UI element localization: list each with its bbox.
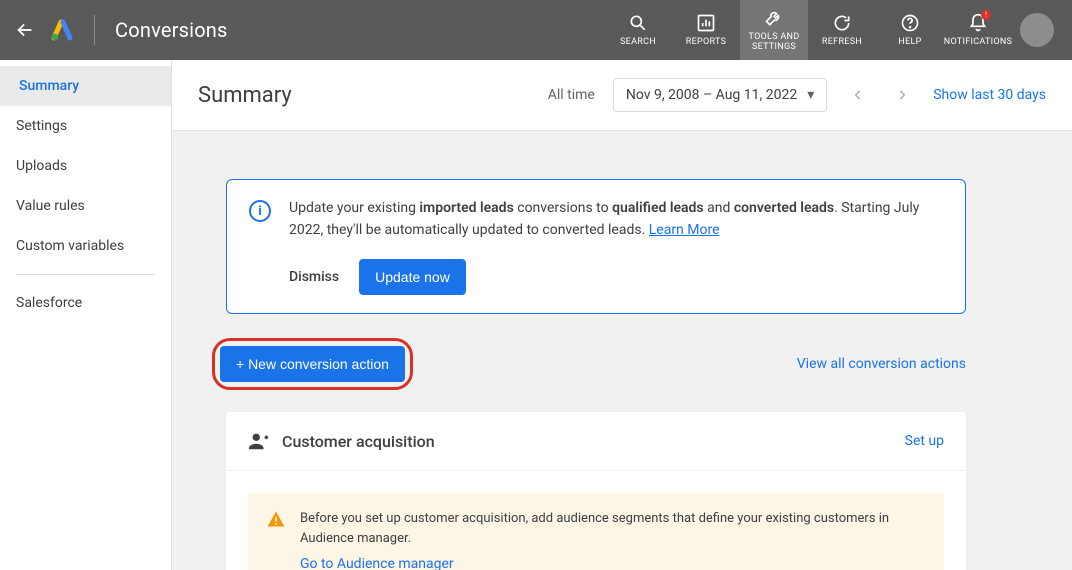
notification-alert-badge: ! xyxy=(981,10,991,20)
search-icon xyxy=(627,12,649,34)
topbar-search-label: SEARCH xyxy=(620,38,656,48)
topbar-help-button[interactable]: HELP xyxy=(876,0,944,60)
sidebar-item-settings[interactable]: Settings xyxy=(0,106,171,146)
topbar-title: Conversions xyxy=(115,18,228,42)
topbar-notifications-button[interactable]: ! NOTIFICATIONS xyxy=(944,0,1012,60)
info-icon: i xyxy=(249,200,271,222)
warning-text: Before you set up customer acquisition, … xyxy=(300,509,926,548)
topbar: Conversions SEARCH REPORTS TOOLS AND SET… xyxy=(0,0,1072,60)
page-header: Summary All time Nov 9, 2008 – Aug 11, 2… xyxy=(172,60,1072,131)
sidebar: Summary Settings Uploads Value rules Cus… xyxy=(0,60,172,570)
sidebar-item-value-rules[interactable]: Value rules xyxy=(0,186,171,226)
notice-bold-3: converted leads xyxy=(734,200,834,216)
date-next-button[interactable] xyxy=(889,88,915,102)
date-range-text: Nov 9, 2008 – Aug 11, 2022 xyxy=(626,87,797,103)
setup-link[interactable]: Set up xyxy=(905,433,944,449)
new-conversion-action-button[interactable]: + New conversion action xyxy=(220,346,405,382)
topbar-divider xyxy=(94,15,95,45)
back-arrow-icon[interactable] xyxy=(14,19,36,41)
topbar-search-button[interactable]: SEARCH xyxy=(604,0,672,60)
topbar-actions: SEARCH REPORTS TOOLS AND SETTINGS REFRES… xyxy=(604,0,1072,60)
person-add-icon xyxy=(248,430,270,452)
page-title: Summary xyxy=(198,83,292,108)
notice-text-1: Update your existing xyxy=(289,200,419,216)
customer-acquisition-card: Customer acquisition Set up Before you s… xyxy=(226,412,966,570)
date-range-picker[interactable]: Nov 9, 2008 – Aug 11, 2022 ▾ xyxy=(613,78,827,112)
all-time-label: All time xyxy=(548,87,595,103)
topbar-help-label: HELP xyxy=(898,38,921,48)
new-conversion-highlight: + New conversion action xyxy=(212,338,413,390)
topbar-reports-button[interactable]: REPORTS xyxy=(672,0,740,60)
google-ads-logo-icon xyxy=(50,18,74,42)
reports-icon xyxy=(695,12,717,34)
bell-icon: ! xyxy=(967,12,989,34)
topbar-refresh-label: REFRESH xyxy=(822,38,862,48)
update-now-button[interactable]: Update now xyxy=(359,259,466,295)
wrench-icon xyxy=(763,7,785,29)
sidebar-item-custom-variables[interactable]: Custom variables xyxy=(0,226,171,266)
date-prev-button[interactable] xyxy=(845,88,871,102)
learn-more-link[interactable]: Learn More xyxy=(649,222,720,238)
go-to-audience-manager-link[interactable]: Go to Audience manager xyxy=(300,556,926,570)
notice-bold-2: qualified leads xyxy=(612,200,704,216)
refresh-icon xyxy=(831,12,853,34)
warning-box: Before you set up customer acquisition, … xyxy=(248,493,944,570)
dismiss-button[interactable]: Dismiss xyxy=(289,267,339,289)
topbar-tools-label: TOOLS AND SETTINGS xyxy=(740,33,808,53)
topbar-left: Conversions xyxy=(0,0,248,60)
notice-text-3: and xyxy=(704,200,734,216)
help-icon xyxy=(899,12,921,34)
sidebar-item-uploads[interactable]: Uploads xyxy=(0,146,171,186)
card-title: Customer acquisition xyxy=(282,432,435,451)
sidebar-item-summary[interactable]: Summary xyxy=(0,66,171,106)
info-notice: i Update your existing imported leads co… xyxy=(226,179,966,314)
sidebar-item-salesforce[interactable]: Salesforce xyxy=(0,283,171,323)
avatar[interactable] xyxy=(1020,13,1054,47)
sidebar-separator xyxy=(16,274,155,275)
show-last-30-days-link[interactable]: Show last 30 days xyxy=(933,87,1046,103)
topbar-notifications-label: NOTIFICATIONS xyxy=(944,38,1013,48)
caret-down-icon: ▾ xyxy=(807,87,814,103)
topbar-refresh-button[interactable]: REFRESH xyxy=(808,0,876,60)
view-all-conversion-actions-link[interactable]: View all conversion actions xyxy=(797,356,966,372)
notice-text-2: conversions to xyxy=(514,200,612,216)
warning-icon xyxy=(266,509,286,529)
topbar-tools-button[interactable]: TOOLS AND SETTINGS xyxy=(740,0,808,60)
main: Summary All time Nov 9, 2008 – Aug 11, 2… xyxy=(172,60,1072,570)
topbar-reports-label: REPORTS xyxy=(686,38,726,48)
notice-bold-1: imported leads xyxy=(419,200,513,216)
